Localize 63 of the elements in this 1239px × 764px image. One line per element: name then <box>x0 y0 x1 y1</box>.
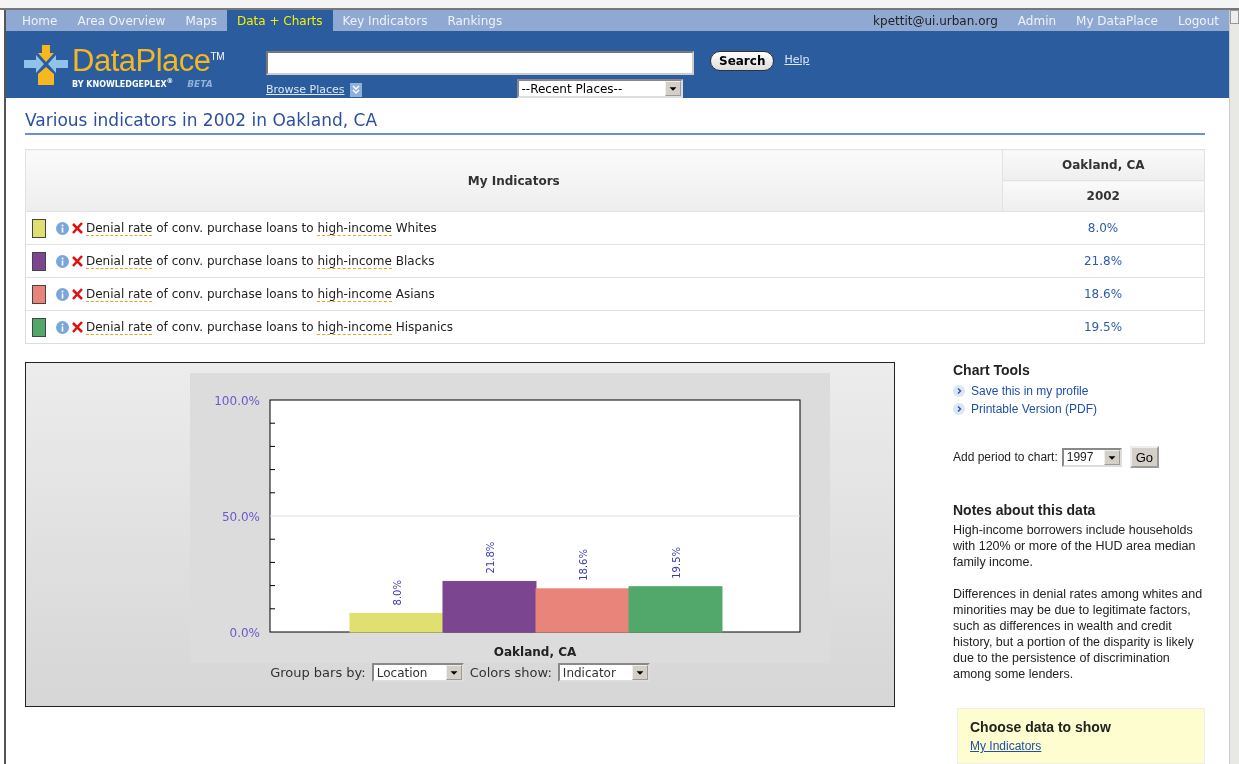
logo-icon <box>22 43 70 87</box>
glossary-term[interactable]: Denial rate <box>86 220 153 236</box>
indicator-label: Denial rate of conv. purchase loans to high-income Whites <box>86 220 437 236</box>
search-field[interactable] <box>266 51 694 75</box>
logo-byline: BY KNOWLEDGEPLEX$^{®}$ <box>72 77 174 89</box>
chart-tool-link[interactable]: Save this in my profile <box>953 382 1205 400</box>
colors-show-label: Colors show: <box>469 665 552 680</box>
browse-places-link[interactable]: Browse Places <box>266 83 345 96</box>
glossary-term[interactable]: high-income <box>317 220 392 236</box>
column-header: Oakland, CA <box>1002 149 1205 181</box>
go-button[interactable]: Go <box>1129 446 1160 468</box>
help-link[interactable]: Help <box>784 53 810 66</box>
indicator-label: Denial rate of conv. purchase loans to high-income Blacks <box>86 253 435 269</box>
section-heading: Chart Tools <box>953 362 1031 378</box>
axis-tick-label: 0.0% <box>229 626 260 640</box>
beta-label: BETA <box>187 79 213 89</box>
axis-tick-label: 50.0% <box>221 510 260 524</box>
info-icon[interactable] <box>56 221 69 235</box>
table-cell: 19.5% <box>1002 310 1205 344</box>
table-cell: 18.6% <box>1002 277 1205 311</box>
search-button[interactable]: Search <box>710 51 775 71</box>
axis-tick-label: 100.0% <box>214 394 260 408</box>
user-email: kpettit@ui.urban.org <box>872 13 999 28</box>
indicator-label: Denial rate of conv. purchase loans to high-income Asians <box>86 286 435 302</box>
nav-tab[interactable]: Data + Charts <box>226 10 333 31</box>
colors-show-select[interactable]: Indicator <box>557 663 650 682</box>
table-cell: 21.8% <box>1002 244 1205 278</box>
group-bars-label: Group bars by: <box>270 665 366 680</box>
bar-value-label: 21.8% <box>484 541 496 574</box>
group-bars-select[interactable]: Location <box>371 663 464 682</box>
column-header: My Indicators <box>25 149 1002 212</box>
remove-icon[interactable] <box>71 287 84 301</box>
glossary-term[interactable]: Denial rate <box>86 286 153 302</box>
indicator-label: Denial rate of conv. purchase loans to high-income Hispanics <box>86 319 454 335</box>
glossary-term[interactable]: Denial rate <box>86 319 153 335</box>
period-select[interactable]: 1997 <box>1061 447 1122 467</box>
section-heading: Notes about this data <box>953 502 1097 518</box>
glossary-term[interactable]: high-income <box>317 319 392 335</box>
note-paragraph: High-income borrowers include households with 120% or more of the HUD area median family income. <box>953 522 1197 570</box>
remove-icon[interactable] <box>71 221 84 235</box>
info-icon[interactable] <box>56 287 69 301</box>
note-paragraph: Differences in denial rates among whites and minorities may be due to legitimate factors, such as differences in wealth and credit history, but a portion of the disparity is likely due to the persistence of discrimination among some lenders. <box>953 586 1204 682</box>
my-indicators-link[interactable]: My Indicators <box>970 739 1042 753</box>
column-header: 2002 <box>1002 180 1205 212</box>
period-label: Add period to chart: <box>953 450 1058 464</box>
info-icon[interactable] <box>56 320 69 334</box>
table-cell: 8.0% <box>1002 211 1205 245</box>
bar-value-label: 19.5% <box>670 547 682 579</box>
page-title: Various indicators in 2002 in Oakland, CA <box>25 110 1205 135</box>
remove-icon[interactable] <box>71 320 84 334</box>
recent-places-select[interactable]: --Recent Places-- <box>516 79 683 98</box>
glossary-term[interactable]: high-income <box>317 253 392 269</box>
info-icon[interactable] <box>56 254 69 268</box>
logo-wordmark: DataPlace$^{TM}$ <box>72 42 224 78</box>
chart-tool-link[interactable]: Printable Version (PDF) <box>953 400 1205 418</box>
remove-icon[interactable] <box>71 254 84 268</box>
card-heading: Choose data to show <box>970 719 1112 735</box>
glossary-term[interactable]: high-income <box>317 286 392 302</box>
bar-value-label: 8.0% <box>391 580 403 606</box>
glossary-term[interactable]: Denial rate <box>86 253 153 269</box>
chevron-down-icon[interactable] <box>349 82 362 97</box>
category-label: Oakland, CA <box>493 645 577 659</box>
bar-value-label: 18.6% <box>577 549 589 581</box>
